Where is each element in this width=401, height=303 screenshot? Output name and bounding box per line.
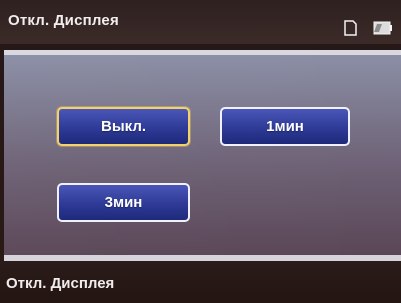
- footer-title: Откл. Дисплея: [6, 275, 115, 292]
- device-screen: Откл. Дисплея Выкл. 1мин 3мин Откл. Дисп…: [0, 0, 401, 303]
- options-panel: [4, 55, 401, 255]
- battery-icon: [373, 21, 392, 35]
- page-title: Откл. Дисплея: [8, 12, 119, 29]
- option-off-button[interactable]: Выкл.: [57, 107, 190, 146]
- footer-bar: Откл. Дисплея: [0, 261, 401, 303]
- option-3-min-button[interactable]: 3мин: [57, 183, 190, 222]
- sd-card-icon: [344, 20, 357, 36]
- option-1-min-button[interactable]: 1мин: [220, 107, 350, 146]
- header-bar: Откл. Дисплея: [0, 0, 401, 44]
